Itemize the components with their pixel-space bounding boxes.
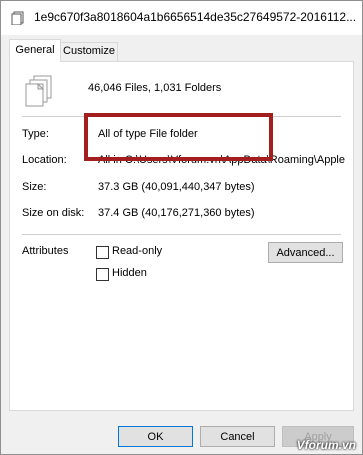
ok-button[interactable]: OK	[118, 426, 193, 447]
window-title: 1e9c670f3a8018604a1b6656514de35c27649572…	[34, 10, 356, 24]
general-panel: 46,046 Files, 1,031 Folders Type: All of…	[9, 61, 354, 411]
size-on-disk-label: Size on disk:	[22, 207, 85, 219]
attributes-label: Attributes	[22, 245, 69, 257]
type-label: Type:	[22, 128, 49, 140]
hidden-checkbox[interactable]	[96, 268, 109, 281]
multiple-files-icon	[24, 74, 60, 110]
readonly-checkbox[interactable]	[96, 246, 109, 259]
tab-customize[interactable]: Customize	[60, 42, 118, 61]
hidden-label[interactable]: Hidden	[112, 267, 147, 279]
location-value: All in C:\Users\Vforum.vn\AppData\Roamin…	[98, 154, 345, 166]
location-label: Location:	[22, 154, 67, 166]
type-value: All of type File folder	[98, 128, 198, 140]
cancel-button[interactable]: Cancel	[200, 426, 275, 447]
file-icon	[11, 11, 25, 26]
title-bar: 1e9c670f3a8018604a1b6656514de35c27649572…	[1, 1, 362, 35]
watermark-logo: Vforum.vn	[296, 438, 356, 452]
size-on-disk-value: 37.4 GB (40,176,271,360 bytes)	[98, 207, 255, 219]
divider-bottom	[22, 234, 341, 235]
properties-window: 1e9c670f3a8018604a1b6656514de35c27649572…	[0, 0, 363, 455]
tab-general[interactable]: General	[9, 39, 61, 62]
files-folders-count: 46,046 Files, 1,031 Folders	[88, 82, 222, 94]
size-value: 37.3 GB (40,091,440,347 bytes)	[98, 181, 255, 193]
readonly-label[interactable]: Read-only	[112, 245, 162, 257]
advanced-button[interactable]: Advanced...	[268, 242, 343, 263]
size-label: Size:	[22, 181, 47, 193]
divider-top	[22, 116, 341, 117]
